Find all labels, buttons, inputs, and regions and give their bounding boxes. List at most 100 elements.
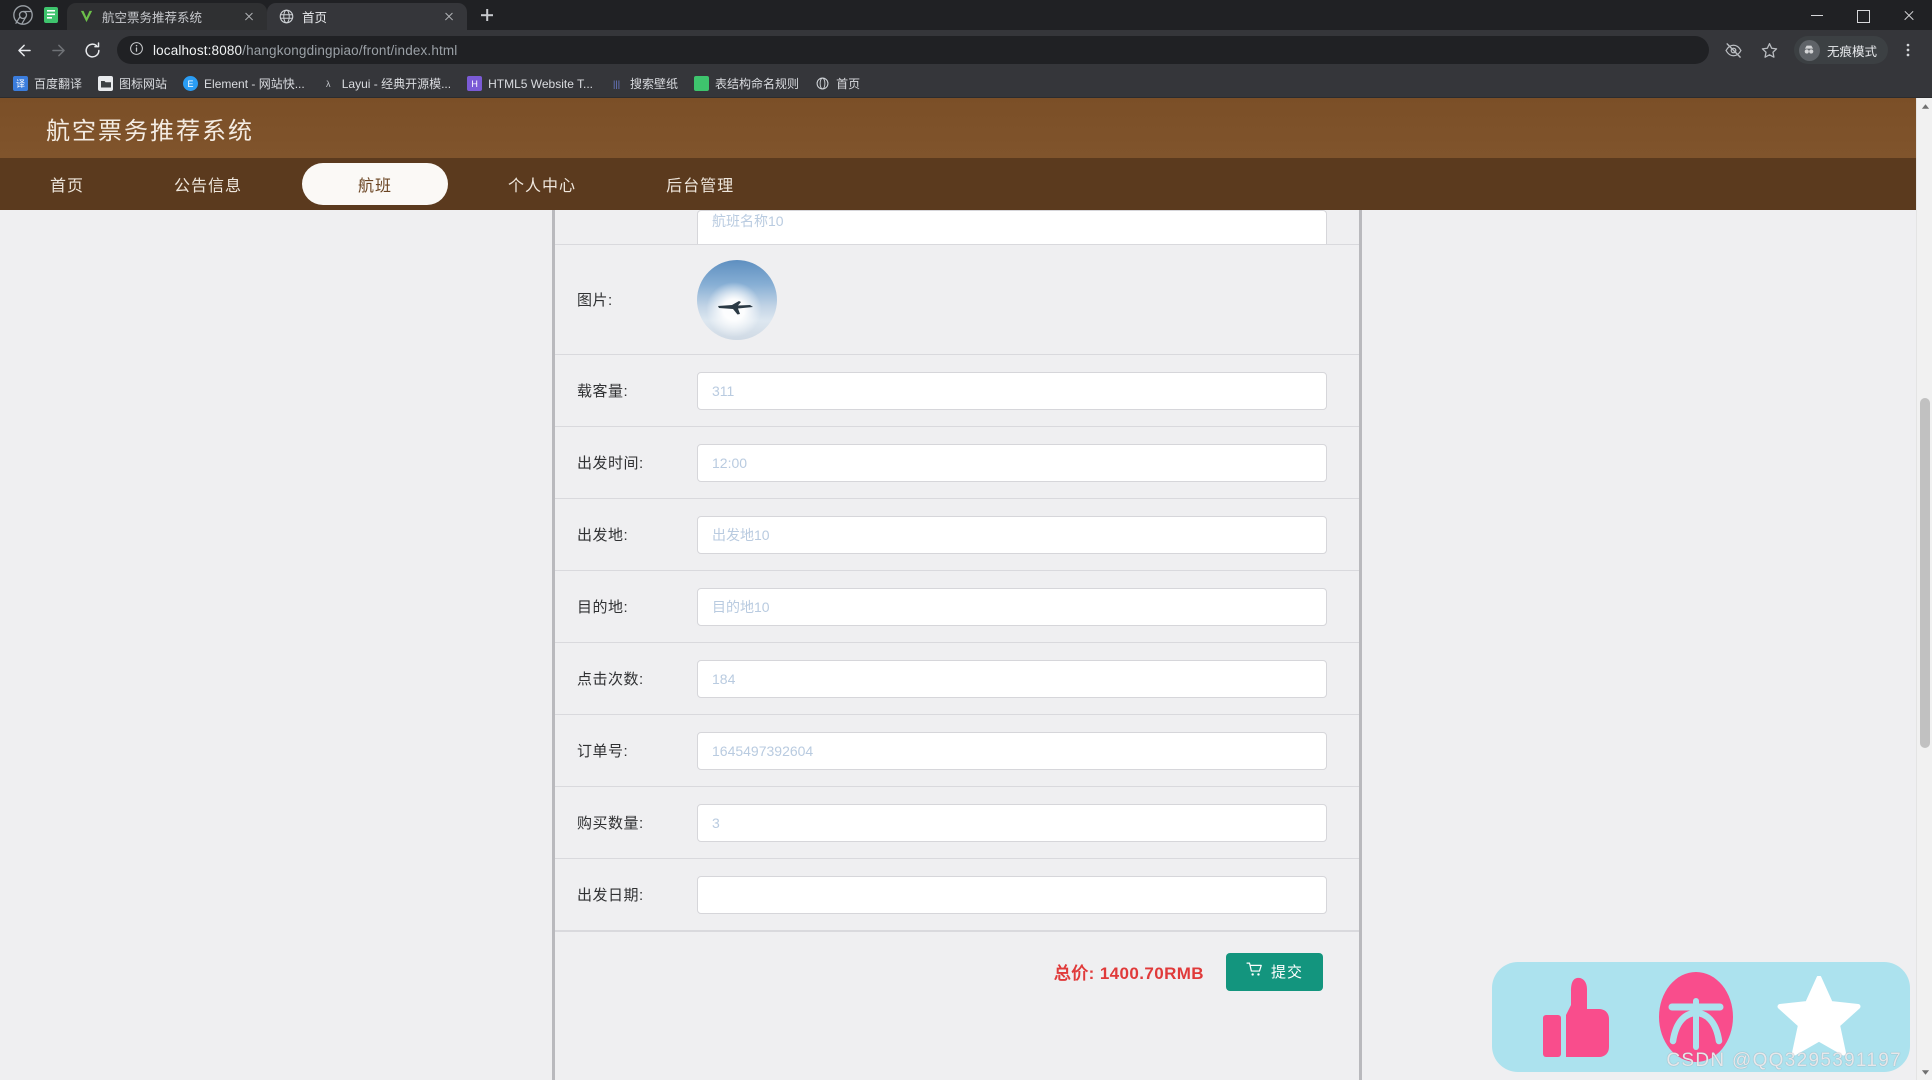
star-icon[interactable] (1777, 976, 1861, 1058)
total-price-label: 总价: (1053, 964, 1095, 983)
total-price: 总价: 1400.70RMB (1054, 959, 1204, 984)
back-arrow-icon[interactable] (8, 34, 40, 66)
bookmark-label-3: Layui - 经典开源模... (341, 77, 452, 91)
url-host: localhost:8080 (153, 42, 243, 58)
form-row-origin: 出发地: 出发地10 (555, 499, 1359, 571)
click-count-input[interactable]: 184 (697, 659, 1327, 698)
browser-toolbar: localhost:8080/hangkongdingpiao/front/in… (0, 30, 1932, 70)
departure-time-input[interactable]: 12:00 (697, 443, 1327, 482)
info-circle-icon[interactable] (129, 41, 144, 59)
bookmark-item-0[interactable]: 译 百度翻译 (6, 72, 89, 95)
browser-tab-1[interactable]: 首页 (267, 3, 467, 30)
bookmark-label-6: 表结构命名规则 (715, 77, 800, 91)
flight-order-form: 航班名称10 图片: 载客量: 311 出发时间: 12:00 出发地: 出发地… (552, 210, 1362, 1080)
address-bar[interactable]: localhost:8080/hangkongdingpiao/front/in… (117, 36, 1709, 64)
bookmark-item-7[interactable]: 首页 (808, 72, 867, 95)
order-number-input[interactable]: 1645497392604 (697, 731, 1327, 770)
bookmarks-bar: 译 百度翻译 图标网站 E Element - 网站快... λ Layui -… (0, 70, 1932, 98)
shopping-cart-icon (1246, 961, 1263, 982)
form-row-departure-time: 出发时间: 12:00 (555, 427, 1359, 499)
bookmark-item-6[interactable]: 表结构命名规则 (687, 72, 806, 95)
incognito-label: 无痕模式 (1826, 44, 1877, 59)
airplane-photo-icon[interactable] (697, 259, 777, 340)
reload-icon[interactable] (76, 34, 108, 66)
kebab-menu-icon[interactable] (1892, 34, 1924, 66)
form-row-order-number: 订单号: 1645497392604 (555, 715, 1359, 787)
url-path: /hangkongdingpiao/front/index.html (242, 42, 458, 58)
bookmark-item-3[interactable]: λ Layui - 经典开源模... (314, 72, 458, 95)
tab-strip: 航空票务推荐系统 首页 (0, 0, 1932, 30)
new-tab-button[interactable] (473, 1, 501, 29)
address-bar-url: localhost:8080/hangkongdingpiao/front/in… (153, 43, 457, 58)
minimize-icon[interactable] (1794, 0, 1840, 30)
form-label-capacity: 载客量: (577, 383, 629, 400)
scroll-up-arrow-icon[interactable] (1917, 98, 1932, 114)
window-controls (1794, 0, 1932, 30)
star-icon[interactable] (1754, 34, 1786, 66)
capacity-input[interactable]: 311 (697, 371, 1327, 410)
close-icon[interactable] (1886, 0, 1932, 30)
toolbar-right-group: 无痕模式 (1718, 34, 1924, 66)
bookmark-item-5[interactable]: ||| 搜索壁纸 (602, 72, 685, 95)
nav-item-personal-center[interactable]: 个人中心 (478, 163, 606, 205)
origin-input[interactable]: 出发地10 (697, 515, 1327, 554)
home-page-icon (815, 76, 830, 91)
form-row-destination: 目的地: 目的地10 (555, 571, 1359, 643)
bookmark-item-4[interactable]: H HTML5 Website T... (460, 73, 600, 94)
html5-template-icon: H (467, 76, 483, 91)
form-row-capacity: 载客量: 311 (555, 355, 1359, 427)
form-row-departure-date: 出发日期: (555, 859, 1359, 931)
nav-item-home[interactable]: 首页 (20, 163, 114, 205)
incognito-avatar-icon (1798, 39, 1820, 61)
nav-item-admin[interactable]: 后台管理 (636, 163, 764, 205)
bookmark-item-1[interactable]: 图标网站 (91, 72, 174, 95)
tab-close-icon-1[interactable] (441, 9, 457, 25)
form-row-flight-name: 航班名称10 (555, 210, 1359, 245)
form-label-order-number: 订单号: (577, 743, 629, 760)
form-row-image: 图片: (555, 245, 1359, 355)
nav-item-announcements[interactable]: 公告信息 (144, 163, 272, 205)
bookmark-label-7: 首页 (836, 77, 861, 91)
tab-close-icon-0[interactable] (241, 9, 257, 25)
departure-date-input[interactable] (697, 875, 1327, 914)
wallpaper-search-icon: ||| (613, 78, 621, 89)
form-row-quantity: 购买数量: 3 (555, 787, 1359, 859)
v-logo-icon (78, 9, 94, 25)
browser-tab-0[interactable]: 航空票务推荐系统 (67, 3, 267, 30)
submit-button-label: 提交 (1270, 964, 1303, 981)
page-body: 航班名称10 图片: 载客量: 311 出发时间: 12:00 出发地: 出发地… (0, 210, 1932, 1080)
bookmark-item-2[interactable]: E Element - 网站快... (176, 72, 312, 95)
form-label-departure-date: 出发日期: (577, 887, 644, 904)
flight-name-input[interactable]: 航班名称10 (697, 210, 1327, 244)
quantity-input[interactable]: 3 (697, 803, 1327, 842)
total-price-value: 1400.70RMB (1099, 964, 1204, 983)
site-navigation: 首页 公告信息 航班 个人中心 后台管理 (0, 158, 1932, 210)
nav-item-flights[interactable]: 航班 (302, 163, 449, 205)
form-label-image: 图片: (577, 292, 613, 309)
split-tab-icon[interactable] (42, 5, 60, 25)
maximize-icon[interactable] (1840, 0, 1886, 30)
submit-button[interactable]: 提交 (1225, 952, 1323, 991)
scrollbar-thumb[interactable] (1920, 398, 1930, 748)
bookmark-label-1: 图标网站 (119, 77, 168, 91)
bookmark-label-2: Element - 网站快... (204, 77, 305, 91)
incognito-indicator[interactable]: 无痕模式 (1793, 36, 1888, 64)
baidu-translate-icon: 译 (13, 76, 28, 91)
page-title: 航空票务推荐系统 (46, 117, 254, 145)
forward-arrow-icon[interactable] (42, 34, 74, 66)
layui-icon: λ (325, 78, 331, 89)
scroll-down-arrow-icon[interactable] (1917, 1064, 1932, 1080)
element-ui-icon: E (183, 76, 199, 91)
destination-input[interactable]: 目的地10 (697, 587, 1327, 626)
form-label-origin: 出发地: (577, 527, 629, 544)
form-label-click-count: 点击次数: (577, 671, 644, 688)
page-viewport: 航空票务推荐系统 首页 公告信息 航班 个人中心 后台管理 航班名称10 图片: (0, 98, 1932, 1080)
tab-title-1: 首页 (302, 11, 328, 25)
tab-title-0: 航空票务推荐系统 (102, 11, 203, 25)
page-scrollbar[interactable] (1916, 98, 1932, 1080)
thumbs-up-icon[interactable] (1541, 975, 1615, 1059)
browser-window: 航空票务推荐系统 首页 localhost:8080/hangkongdingp… (0, 0, 1932, 1080)
bookmark-label-4: HTML5 Website T... (488, 76, 594, 91)
eye-slash-icon[interactable] (1718, 34, 1750, 66)
form-row-click-count: 点击次数: 184 (555, 643, 1359, 715)
